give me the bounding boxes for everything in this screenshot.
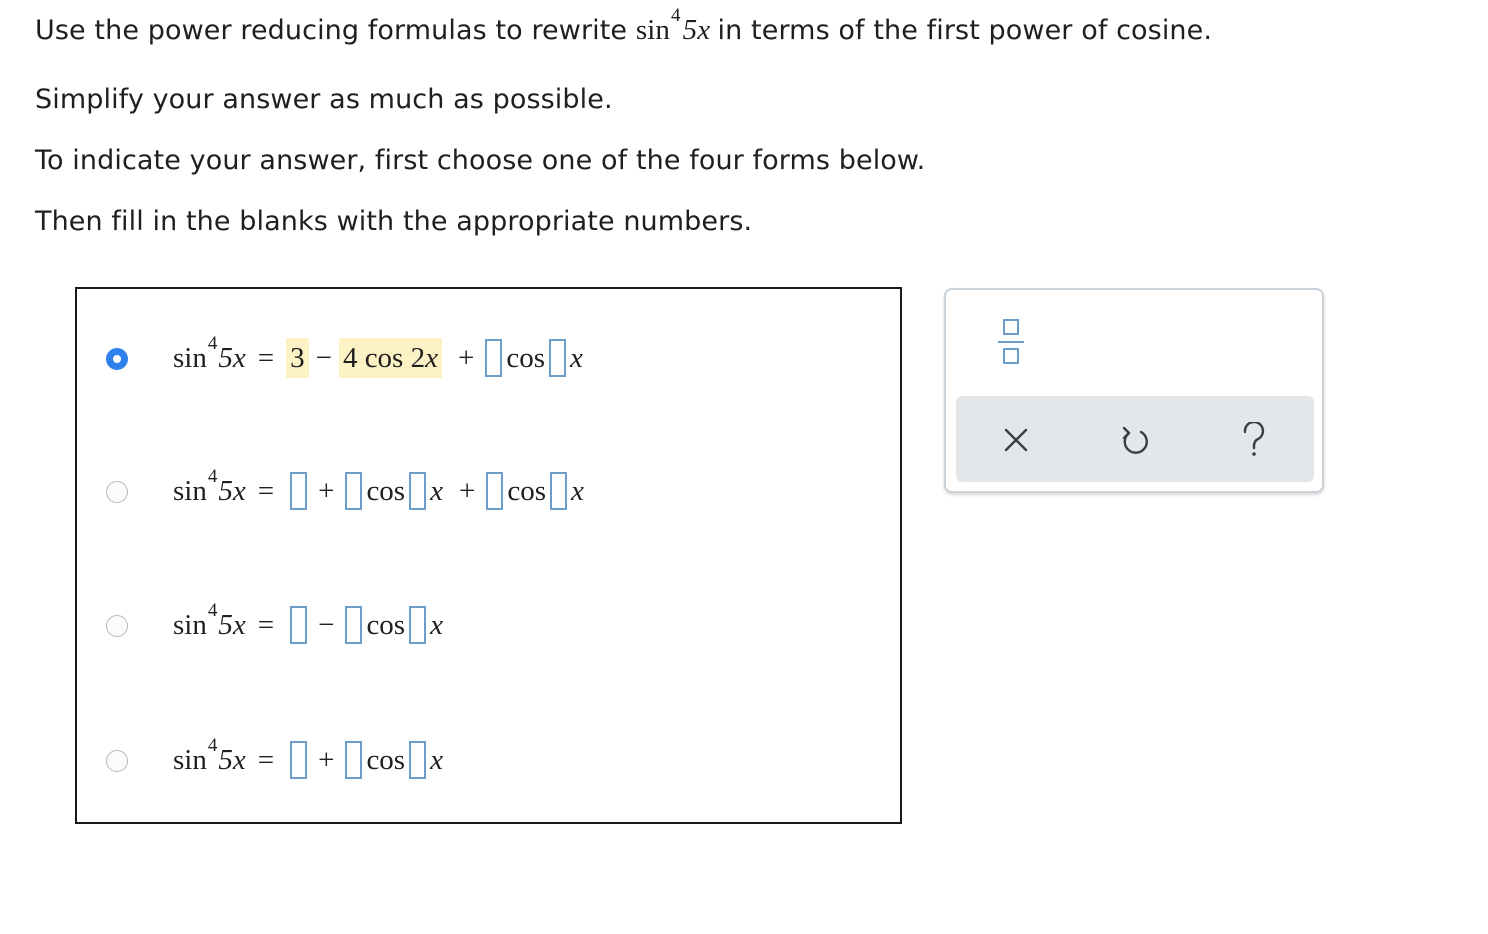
plus-sign: + xyxy=(457,341,475,374)
argument: 5x xyxy=(218,474,246,507)
cos-text: cos xyxy=(366,608,406,641)
clear-button[interactable] xyxy=(994,418,1038,462)
cos-text: cos xyxy=(366,743,406,776)
denominator-box xyxy=(1003,348,1019,364)
filled-variable: x xyxy=(425,342,438,374)
option-1-blank-multiplier[interactable] xyxy=(549,339,567,377)
option-1[interactable]: sin 4 5x = 3 − 4 cos 2x + cos x xyxy=(77,331,897,391)
argument: 5x xyxy=(218,608,246,641)
option-3-radio[interactable] xyxy=(106,615,128,637)
instruction-line-2: Simplify your answer as much as possible… xyxy=(35,84,613,115)
numerator-box xyxy=(1003,319,1019,335)
option-2-blank-2[interactable] xyxy=(345,472,363,510)
argument: 5x xyxy=(682,14,711,46)
option-1-blank-constant[interactable]: 3 xyxy=(286,338,309,378)
option-3-blank-3[interactable] xyxy=(409,606,427,644)
sin-text: sin xyxy=(173,608,207,641)
variable-x: x xyxy=(570,341,583,374)
option-4-blank-2[interactable] xyxy=(345,741,363,779)
equals-sign: = xyxy=(257,474,275,507)
sin-text: sin xyxy=(173,743,207,776)
instruction-math: sin45x xyxy=(635,5,718,46)
equals-sign: = xyxy=(257,743,275,776)
option-3-blank-1[interactable] xyxy=(290,606,308,644)
option-1-equation: sin 4 5x = 3 − 4 cos 2x + cos x xyxy=(173,333,583,380)
help-button[interactable] xyxy=(1232,418,1276,462)
filled-value: 4 cos 2 xyxy=(342,342,426,374)
equals-sign: = xyxy=(257,341,275,374)
argument: 5x xyxy=(218,743,246,776)
sin-text: sin xyxy=(173,341,207,374)
variable-x: x xyxy=(430,474,443,507)
answer-options-panel: sin 4 5x = 3 − 4 cos 2x + cos x sin 4 5x = +… xyxy=(75,287,902,824)
instruction-line-3: To indicate your answer, first choose on… xyxy=(35,145,926,176)
argument: 5x xyxy=(218,341,246,374)
sin-text: sin xyxy=(173,474,207,507)
math-tool-panel xyxy=(944,288,1324,493)
option-3-blank-2[interactable] xyxy=(345,606,363,644)
option-3-equation: sin 4 5x = − cos x xyxy=(173,600,443,647)
option-2-blank-5[interactable] xyxy=(550,472,568,510)
option-1-radio[interactable] xyxy=(106,348,128,370)
undo-icon xyxy=(1122,426,1148,454)
variable-x: x xyxy=(430,743,443,776)
option-2[interactable]: sin 4 5x = + cos x + cos x xyxy=(77,466,897,526)
option-4-radio[interactable] xyxy=(106,750,128,772)
instruction-line-4: Then fill in the blanks with the appropr… xyxy=(35,206,753,237)
exponent: 4 xyxy=(207,600,218,621)
option-4[interactable]: sin 4 5x = + cos x xyxy=(77,735,897,795)
instruction-line-1: Use the power reducing formulas to rewri… xyxy=(35,5,1213,47)
minus-sign: − xyxy=(315,341,332,374)
option-2-blank-1[interactable] xyxy=(290,472,308,510)
action-bar xyxy=(956,396,1314,482)
cos-text: cos xyxy=(506,341,546,374)
option-2-blank-3[interactable] xyxy=(409,472,427,510)
exponent: 4 xyxy=(207,466,218,487)
plus-sign: + xyxy=(318,474,335,507)
option-4-equation: sin 4 5x = + cos x xyxy=(173,735,443,782)
minus-sign: − xyxy=(318,608,335,641)
exponent: 4 xyxy=(207,333,218,354)
exponent: 4 xyxy=(207,735,218,756)
exponent: 4 xyxy=(671,5,681,26)
option-2-equation: sin 4 5x = + cos x + cos x xyxy=(173,466,584,513)
option-1-blank-coefficient-2[interactable] xyxy=(485,339,503,377)
fraction-bar xyxy=(998,341,1024,343)
variable-x: x xyxy=(571,474,584,507)
sin-text: sin xyxy=(635,14,670,46)
option-4-blank-1[interactable] xyxy=(290,741,308,779)
undo-button[interactable] xyxy=(1113,418,1157,462)
close-icon xyxy=(1004,428,1028,452)
option-2-blank-4[interactable] xyxy=(486,472,504,510)
option-4-blank-3[interactable] xyxy=(409,741,427,779)
option-1-blank-coefficient[interactable]: 4 cos 2x xyxy=(338,338,442,378)
plus-sign: + xyxy=(318,743,335,776)
fraction-icon[interactable] xyxy=(996,316,1026,370)
cos-text: cos xyxy=(507,474,547,507)
instruction-text-end: in terms of the first power of cosine. xyxy=(717,15,1213,46)
instruction-text: Use the power reducing formulas to rewri… xyxy=(35,15,628,46)
variable-x: x xyxy=(430,608,443,641)
option-3[interactable]: sin 4 5x = − cos x xyxy=(77,600,897,660)
option-2-radio[interactable] xyxy=(106,481,128,503)
plus-sign: + xyxy=(458,474,476,507)
help-icon xyxy=(1243,422,1265,456)
equals-sign: = xyxy=(257,608,275,641)
cos-text: cos xyxy=(366,474,406,507)
